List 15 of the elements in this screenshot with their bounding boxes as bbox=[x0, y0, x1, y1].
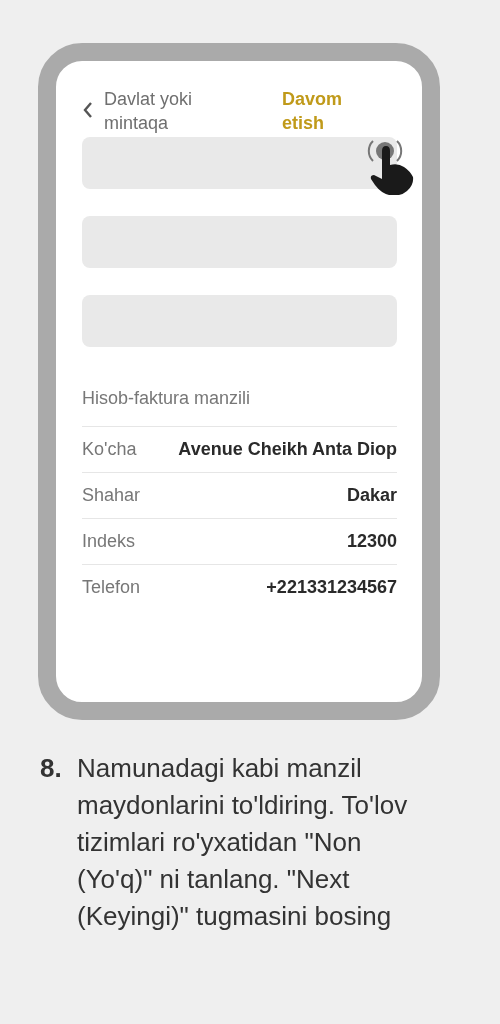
field-value: +221331234567 bbox=[266, 577, 397, 598]
step-instruction: Namunadagi kabi manzil maydonlarini to'ldiring. To'lov tizimlari ro'yxatidan "Non (Yo'q)" ni tanlang. "Next (Keyingi)" tugmasini bosing bbox=[77, 752, 409, 933]
field-label: Ko'cha bbox=[82, 439, 137, 460]
field-value: Avenue Cheikh Anta Diop bbox=[178, 439, 397, 460]
input-field[interactable] bbox=[82, 137, 397, 189]
field-label: Indeks bbox=[82, 531, 136, 552]
continue-link[interactable]: Davom etish bbox=[282, 87, 372, 135]
field-label: Telefon bbox=[82, 577, 141, 598]
back-icon[interactable] bbox=[82, 101, 94, 119]
field-value: Dakar bbox=[346, 485, 397, 506]
screen-title: Davlat yoki mintaqa bbox=[104, 88, 194, 135]
field-value: 12300 bbox=[346, 531, 397, 552]
section-title: Hisob-faktura manzili bbox=[82, 388, 397, 427]
field-label: Shahar bbox=[82, 485, 141, 506]
step-number: 8. bbox=[40, 752, 63, 785]
